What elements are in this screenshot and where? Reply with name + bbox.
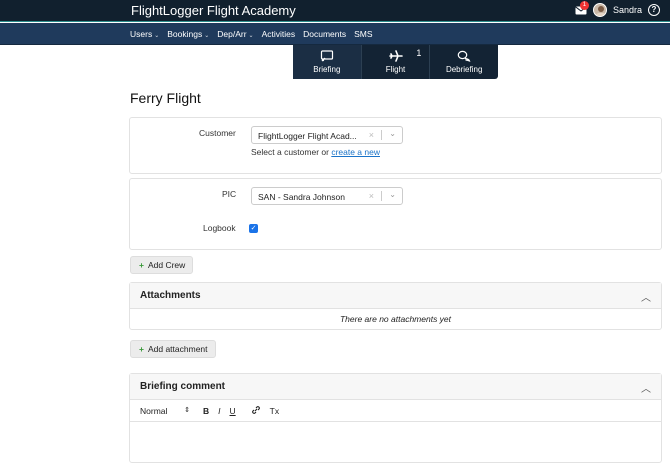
format-select-value: Normal	[140, 405, 168, 416]
nav-item-users[interactable]: Users ⌄	[130, 29, 159, 39]
add-crew-label: Add Crew	[147, 260, 186, 270]
stage-tabs: Briefing Flight 1 Debriefing	[293, 45, 498, 79]
updown-icon: ⇕	[184, 406, 190, 414]
customer-helper-text: Select a customer or	[251, 147, 332, 157]
avatar[interactable]	[592, 3, 607, 17]
select-separator	[381, 191, 382, 201]
chevron-up-icon[interactable]: ︿	[641, 380, 651, 395]
nav-item-label: Activities	[261, 29, 296, 39]
attachments-title: Attachments	[140, 290, 201, 301]
chevron-up-icon[interactable]: ︿	[641, 289, 651, 304]
nav-items: Users ⌄ Bookings ⌄ Dep/Arr ⌄ Activities Documen…	[130, 29, 373, 39]
nav-item-dep-arr[interactable]: Dep/Arr ⌄	[217, 29, 253, 39]
tab-briefing[interactable]: Briefing	[293, 45, 362, 79]
user-name[interactable]: Sandra	[613, 5, 642, 15]
select-separator	[381, 130, 382, 140]
nav-item-label: Dep/Arr	[217, 29, 247, 39]
underline-button[interactable]: U	[230, 406, 236, 416]
flight-count: 1	[416, 48, 422, 58]
bold-button[interactable]: B	[203, 406, 209, 416]
tab-flight[interactable]: Flight 1	[362, 45, 431, 79]
customer-label: Customer	[199, 128, 236, 138]
nav-item-label: SMS	[354, 29, 373, 39]
briefing-comment-header[interactable]: Briefing comment ︿	[130, 374, 661, 400]
pic-label: PIC	[222, 189, 237, 199]
nav-item-sms[interactable]: SMS	[354, 29, 372, 39]
mail-count-badge: 1	[579, 0, 589, 10]
clear-format-button[interactable]: Tx	[270, 406, 279, 416]
top-bar: FlightLogger Flight Academy 1 Sandra ?	[0, 0, 670, 22]
nav-item-label: Users	[130, 29, 153, 39]
tab-debriefing-label: Debriefing	[445, 65, 483, 74]
attachments-empty-message: There are no attachments yet	[339, 314, 452, 324]
customer-helper: Select a customer or create a new	[251, 147, 380, 157]
editor-toolbar: Normal ⇕ B I U Tx	[130, 400, 661, 422]
customer-panel: Customer FlightLogger Flight Acad... × ⌄…	[129, 117, 662, 174]
help-icon[interactable]: ?	[648, 4, 660, 16]
attachments-header[interactable]: Attachments ︿	[130, 283, 661, 309]
top-right-controls: 1 Sandra ?	[575, 0, 660, 17]
link-icon[interactable]	[251, 405, 261, 417]
chevron-down-icon[interactable]: ⌄	[389, 190, 396, 199]
pic-select-value: SAN - Sandra Johnson	[258, 192, 345, 202]
nav-item-label: Documents	[303, 29, 347, 39]
briefing-comment-title: Briefing comment	[140, 381, 226, 392]
plus-icon: +	[139, 344, 144, 354]
plus-icon: +	[139, 260, 144, 270]
nav-item-bookings[interactable]: Bookings ⌄	[167, 29, 209, 39]
customer-select-value: FlightLogger Flight Acad...	[258, 131, 357, 141]
mail-icon[interactable]: 1	[575, 0, 589, 15]
app-title[interactable]: FlightLogger Flight Academy	[131, 3, 296, 18]
caret-down-icon: ⌄	[248, 33, 254, 39]
page-title: Ferry Flight	[130, 90, 201, 106]
pic-select[interactable]: SAN - Sandra Johnson × ⌄	[251, 187, 403, 205]
add-crew-button[interactable]: + Add Crew	[130, 256, 194, 274]
caret-down-icon: ⌄	[204, 33, 210, 39]
add-attachment-button[interactable]: + Add attachment	[130, 340, 216, 358]
briefing-comment-panel: Briefing comment ︿ Normal ⇕ B I U Tx	[129, 373, 662, 463]
tab-flight-label: Flight	[385, 65, 406, 74]
chat-bubbles-icon	[457, 50, 471, 62]
chevron-down-icon[interactable]: ⌄	[389, 129, 396, 138]
tab-debriefing[interactable]: Debriefing	[430, 45, 498, 79]
logbook-checkbox[interactable]: ✓	[249, 224, 258, 233]
airplane-icon	[388, 50, 403, 62]
nav-item-activities[interactable]: Activities	[262, 29, 296, 39]
customer-select[interactable]: FlightLogger Flight Acad... × ⌄	[251, 126, 403, 144]
clear-pic-icon[interactable]: ×	[369, 191, 374, 201]
briefing-icon	[320, 50, 333, 62]
nav-item-label: Bookings	[167, 29, 203, 39]
crew-panel: PIC SAN - Sandra Johnson × ⌄ Logbook ✓	[129, 178, 662, 250]
add-attachment-label: Add attachment	[147, 344, 208, 354]
create-customer-link[interactable]: create a new	[331, 147, 380, 157]
italic-button[interactable]: I	[218, 406, 220, 416]
logbook-label: Logbook	[203, 223, 236, 233]
caret-down-icon: ⌄	[154, 33, 160, 39]
clear-customer-icon[interactable]: ×	[369, 130, 374, 140]
format-select[interactable]: Normal ⇕	[140, 406, 190, 416]
attachments-panel: Attachments ︿ There are no attachments y…	[129, 282, 662, 330]
nav-item-documents[interactable]: Documents	[303, 29, 346, 39]
tab-briefing-label: Briefing	[313, 65, 341, 74]
main-nav: Users ⌄ Bookings ⌄ Dep/Arr ⌄ Activities Documen…	[0, 23, 670, 45]
